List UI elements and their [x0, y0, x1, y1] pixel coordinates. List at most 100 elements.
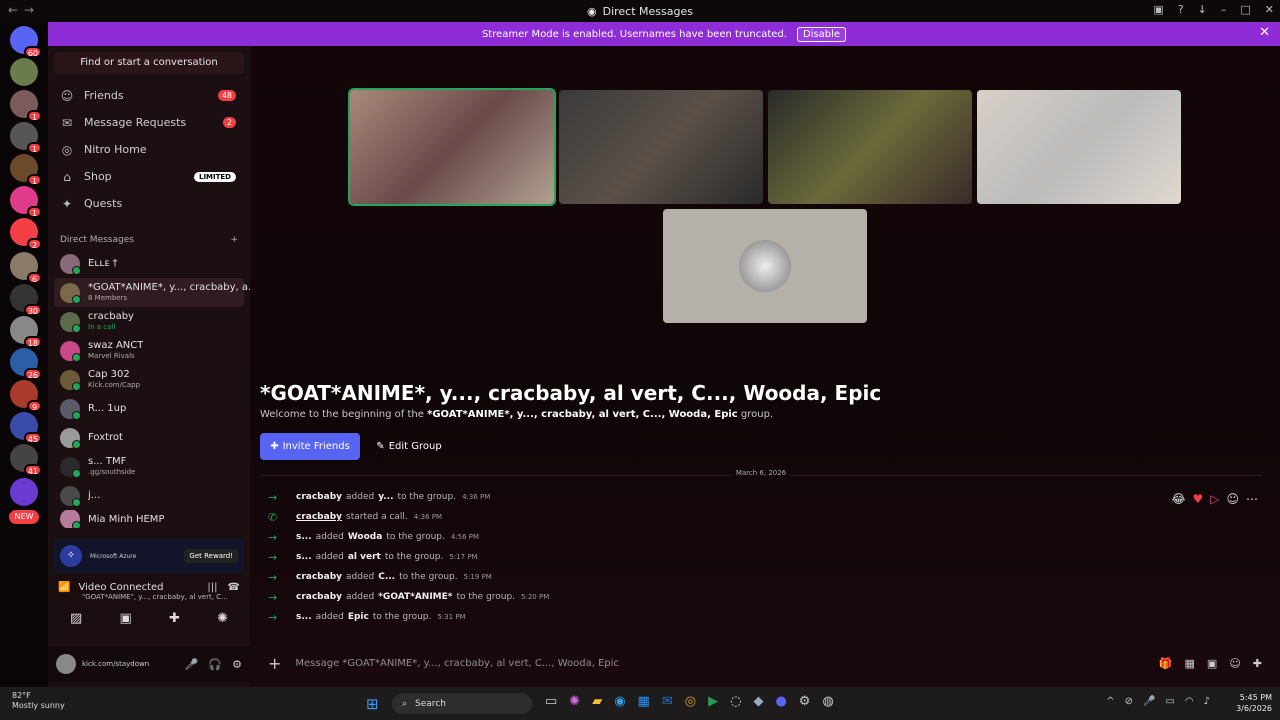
nav-friends[interactable]: ☺ Friends 48 — [48, 82, 250, 109]
home-button[interactable]: 60 — [10, 26, 42, 58]
taskbar-clock[interactable]: 5:45 PM 3/6/2026 — [1236, 692, 1272, 714]
nav-shop[interactable]: ⌂ Shop LIMITED — [48, 163, 250, 190]
server-icon[interactable]: 30 — [10, 284, 42, 316]
laugh-emoji-icon[interactable]: 😂 — [1171, 492, 1185, 506]
help-icon[interactable]: ? — [1178, 3, 1184, 16]
server-icon[interactable]: 1 — [10, 122, 42, 154]
server-icon[interactable]: 6 — [10, 252, 42, 284]
video-tile[interactable] — [768, 90, 972, 204]
gift-icon[interactable]: 🎁 — [1159, 657, 1173, 670]
server-icon[interactable]: 9 — [10, 380, 42, 412]
dm-item[interactable]: swaz ANCT Marvel Rivals — [48, 336, 250, 365]
join-arrow-icon: → — [268, 530, 278, 544]
get-reward-button[interactable]: Get Reward! — [184, 549, 238, 563]
edge-icon[interactable]: ◉ — [614, 694, 625, 709]
sticker-icon[interactable]: ▣ — [1207, 657, 1217, 670]
server-icon[interactable] — [10, 478, 38, 506]
join-arrow-icon: → — [268, 610, 278, 624]
taskbar-search[interactable]: ⌕ Search — [392, 693, 532, 714]
dm-item[interactable]: j... — [48, 481, 250, 510]
minimize-icon[interactable]: – — [1221, 3, 1227, 16]
video-tile[interactable] — [348, 88, 556, 206]
edit-group-button[interactable]: ✎ Edit Group — [368, 433, 450, 460]
requests-count-badge: 2 — [222, 117, 236, 128]
wifi-icon[interactable]: ◠ — [1185, 696, 1194, 707]
dm-item[interactable]: Eʟʟᴇ † — [48, 249, 250, 278]
mic-icon[interactable]: 🎤 — [185, 658, 199, 671]
download-icon[interactable]: ↓ — [1198, 3, 1207, 16]
disconnect-icon[interactable]: ☎ — [228, 582, 240, 593]
video-tile[interactable] — [559, 90, 763, 204]
display-icon[interactable]: ▭ — [1165, 696, 1174, 707]
server-icon[interactable] — [10, 58, 38, 86]
settings-gear-icon[interactable]: ⚙ — [232, 658, 242, 671]
server-icon[interactable]: 1 — [10, 186, 42, 218]
create-dm-icon[interactable]: + — [230, 235, 238, 245]
close-window-icon[interactable]: ✕ — [1265, 3, 1274, 16]
heart-emoji-icon[interactable]: ♥ — [1192, 492, 1203, 506]
message-input[interactable]: Message *GOAT*ANIME*, y..., cracbaby, al… — [295, 658, 1144, 669]
add-reaction-icon[interactable]: ☺ — [1226, 492, 1239, 506]
dm-item[interactable]: Mia Minh HEMP — [48, 510, 250, 528]
back-forward-icon[interactable]: ←→ — [8, 3, 40, 17]
invite-friends-button[interactable]: ✚ Invite Friends — [260, 433, 360, 460]
tray-overflow-icon[interactable]: ^ — [1106, 696, 1114, 707]
activities-icon[interactable]: ✚ — [169, 611, 180, 626]
nav-nitro-home[interactable]: ◎ Nitro Home — [48, 136, 250, 163]
dm-item[interactable]: cracbaby In a call — [48, 307, 250, 336]
inbox-icon[interactable]: ▣ — [1153, 3, 1163, 16]
camera-off-icon[interactable]: ▨ — [70, 611, 82, 626]
soundboard-icon[interactable]: ✺ — [217, 611, 228, 626]
server-icon[interactable]: 1 — [10, 154, 42, 186]
dm-item[interactable]: Cap 302 Kick.com/Capp — [48, 365, 250, 394]
task-view-icon[interactable]: ▭ — [545, 694, 557, 709]
server-icon[interactable]: 2 — [10, 218, 42, 250]
store-icon[interactable]: ▦ — [638, 694, 650, 709]
settings-icon[interactable]: ⚙ — [799, 694, 811, 709]
find-conversation-button[interactable]: Find or start a conversation — [54, 52, 244, 74]
copilot-icon[interactable]: ✺ — [569, 694, 580, 709]
emoji-icon[interactable]: ☺ — [1229, 657, 1240, 670]
obs-icon[interactable]: ◌ — [730, 694, 741, 709]
volume-icon[interactable]: ♪ — [1204, 696, 1210, 707]
weather-widget[interactable]: 82°F Mostly sunny — [12, 691, 65, 711]
friends-count-badge: 48 — [217, 90, 236, 101]
excel-icon[interactable]: ▶ — [708, 694, 718, 709]
discord-taskbar-icon[interactable]: ● — [775, 694, 786, 709]
headphones-icon[interactable]: 🎧 — [208, 658, 222, 671]
dm-item-active[interactable]: *GOAT*ANIME*, y..., cracbaby, a... 8 Memb… — [54, 278, 258, 307]
apps-icon[interactable]: ✚ — [1253, 657, 1262, 670]
close-banner-icon[interactable]: ✕ — [1259, 25, 1270, 40]
disable-button[interactable]: Disable — [796, 26, 847, 42]
video-tile[interactable] — [977, 90, 1181, 204]
dm-item[interactable]: Foxtrot — [48, 423, 250, 452]
gif-icon[interactable]: ▦ — [1185, 657, 1195, 670]
file-explorer-icon[interactable]: ▰ — [592, 694, 602, 709]
windows-start-icon[interactable]: ⊞ — [366, 695, 379, 713]
more-icon[interactable]: ⋯ — [1246, 492, 1258, 506]
new-badge[interactable]: NEW — [9, 510, 39, 524]
noise-suppression-icon[interactable]: ||| — [207, 582, 217, 593]
video-tile-avatar[interactable] — [663, 209, 867, 323]
outlook-icon[interactable]: ✉ — [662, 694, 673, 709]
steam-icon[interactable]: ◆ — [753, 694, 763, 709]
send-emoji-icon[interactable]: ▷ — [1210, 492, 1219, 506]
maximize-icon[interactable]: □ — [1240, 3, 1250, 16]
user-avatar[interactable] — [56, 654, 76, 674]
server-icon[interactable]: 1 — [10, 90, 42, 122]
nav-message-requests[interactable]: ✉ Message Requests 2 — [48, 109, 250, 136]
nav-quests[interactable]: ✦ Quests — [48, 190, 250, 217]
server-icon[interactable]: 18 — [10, 316, 42, 348]
dm-item[interactable]: s... TMF .gg/southside — [48, 452, 250, 481]
server-icon[interactable]: 26 — [10, 348, 42, 380]
screen-share-icon[interactable]: ▣ — [119, 611, 131, 626]
network-icon[interactable]: ⊘ — [1125, 696, 1133, 707]
chrome-icon[interactable]: ◎ — [685, 694, 696, 709]
reward-brand: Microsoft Azure — [90, 552, 137, 560]
dm-item[interactable]: R... 1up — [48, 394, 250, 423]
attach-plus-icon[interactable]: + — [268, 654, 281, 673]
server-icon[interactable]: 45 — [10, 412, 42, 444]
server-icon[interactable]: 41 — [10, 444, 42, 476]
app-icon[interactable]: ◍ — [822, 694, 833, 709]
tray-mic-icon[interactable]: 🎤 — [1143, 696, 1155, 707]
